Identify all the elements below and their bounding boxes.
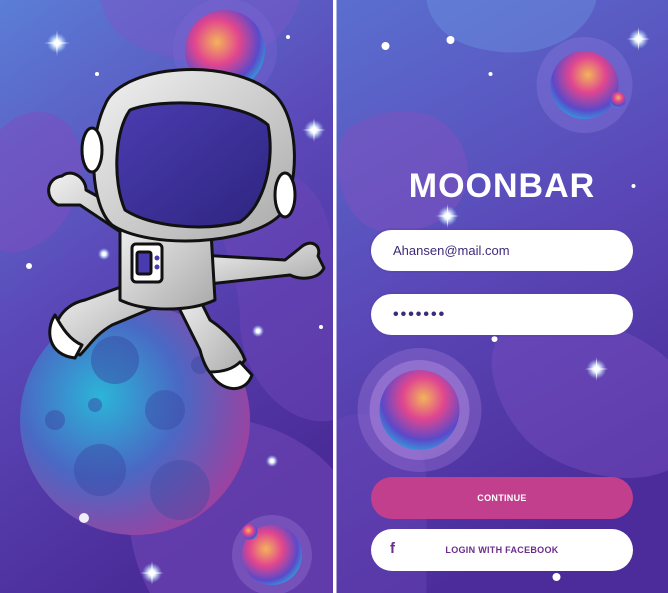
planet-top [550,51,619,119]
facebook-f-icon: f [390,540,396,557]
facebook-login-button[interactable]: f LOGIN WITH FACEBOOK [371,529,633,571]
password-field[interactable]: ••••••• [371,294,633,335]
email-field-value: Ahansen@mail.com [393,243,510,258]
continue-button[interactable]: CONTINUE [371,477,633,519]
splash-illustration [0,0,333,593]
app-title: MOONBAR [408,167,596,205]
facebook-login-label: LOGIN WITH FACEBOOK [445,545,559,555]
password-field-value: ••••••• [393,305,447,323]
planet-middle [379,370,460,450]
splash-screen [0,0,333,593]
continue-button-label: CONTINUE [477,493,527,503]
email-field[interactable]: Ahansen@mail.com [371,230,633,271]
login-screen: MOONBAR Ahansen@mail.com ••••••• CONTINU… [336,0,668,593]
